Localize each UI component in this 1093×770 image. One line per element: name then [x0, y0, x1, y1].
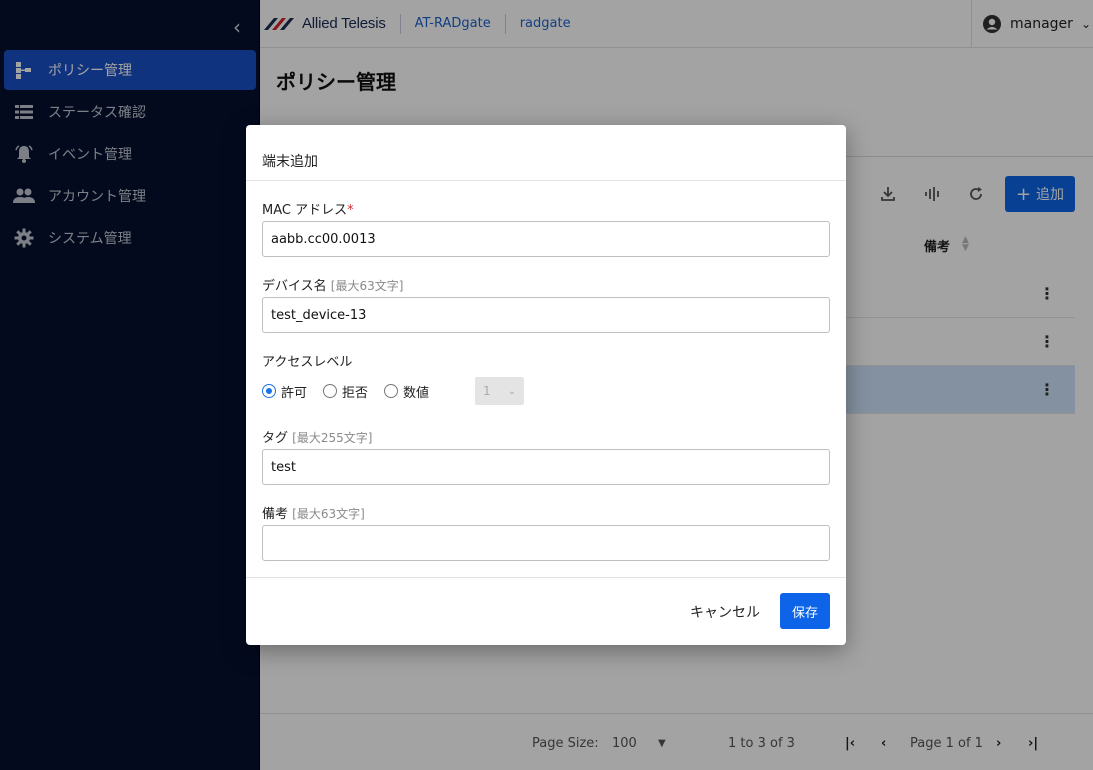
note-input[interactable]	[262, 525, 830, 561]
required-mark: *	[347, 203, 354, 218]
tag-label: タグ [最大255文字]	[262, 431, 373, 446]
device-name-label: デバイス名 [最大63文字]	[262, 279, 404, 294]
radio-allow[interactable]: 許可	[262, 382, 307, 401]
radio-button[interactable]	[323, 384, 338, 398]
numeric-level-select[interactable]: 1 ⌄	[475, 377, 525, 405]
radio-deny[interactable]: 拒否	[323, 382, 368, 401]
radio-allow-label: 許可	[281, 385, 308, 401]
note-hint: [最大63文字]	[292, 507, 365, 521]
mac-address-label: MAC アドレス*	[262, 203, 354, 218]
radio-numeric[interactable]: 数値	[384, 382, 429, 401]
device-name-input[interactable]	[262, 297, 830, 333]
save-button[interactable]: 保存	[780, 593, 830, 629]
radio-deny-label: 拒否	[342, 385, 369, 401]
numeric-level-value: 1	[483, 384, 491, 398]
mac-address-input[interactable]	[262, 221, 830, 257]
dialog-title: 端末追加	[262, 154, 318, 170]
access-level-label: アクセスレベル	[262, 355, 353, 370]
tag-hint: [最大255文字]	[292, 431, 373, 445]
radio-button[interactable]	[384, 384, 399, 398]
device-name-hint: [最大63文字]	[330, 279, 404, 293]
add-device-dialog: 端末追加 MAC アドレス* デバイス名 [最大63文字] アクセスレベル 許可…	[246, 125, 846, 645]
tag-input[interactable]	[262, 449, 830, 485]
access-level-radio-group: 許可 拒否 数値 1 ⌄	[262, 377, 525, 405]
chevron-down-icon: ⌄	[507, 385, 517, 397]
divider	[246, 180, 846, 181]
radio-button-checked[interactable]	[262, 384, 276, 398]
note-label: 備考 [最大63文字]	[262, 507, 365, 522]
divider	[246, 577, 846, 578]
cancel-button[interactable]: キャンセル	[686, 595, 764, 629]
radio-numeric-label: 数値	[403, 385, 430, 401]
